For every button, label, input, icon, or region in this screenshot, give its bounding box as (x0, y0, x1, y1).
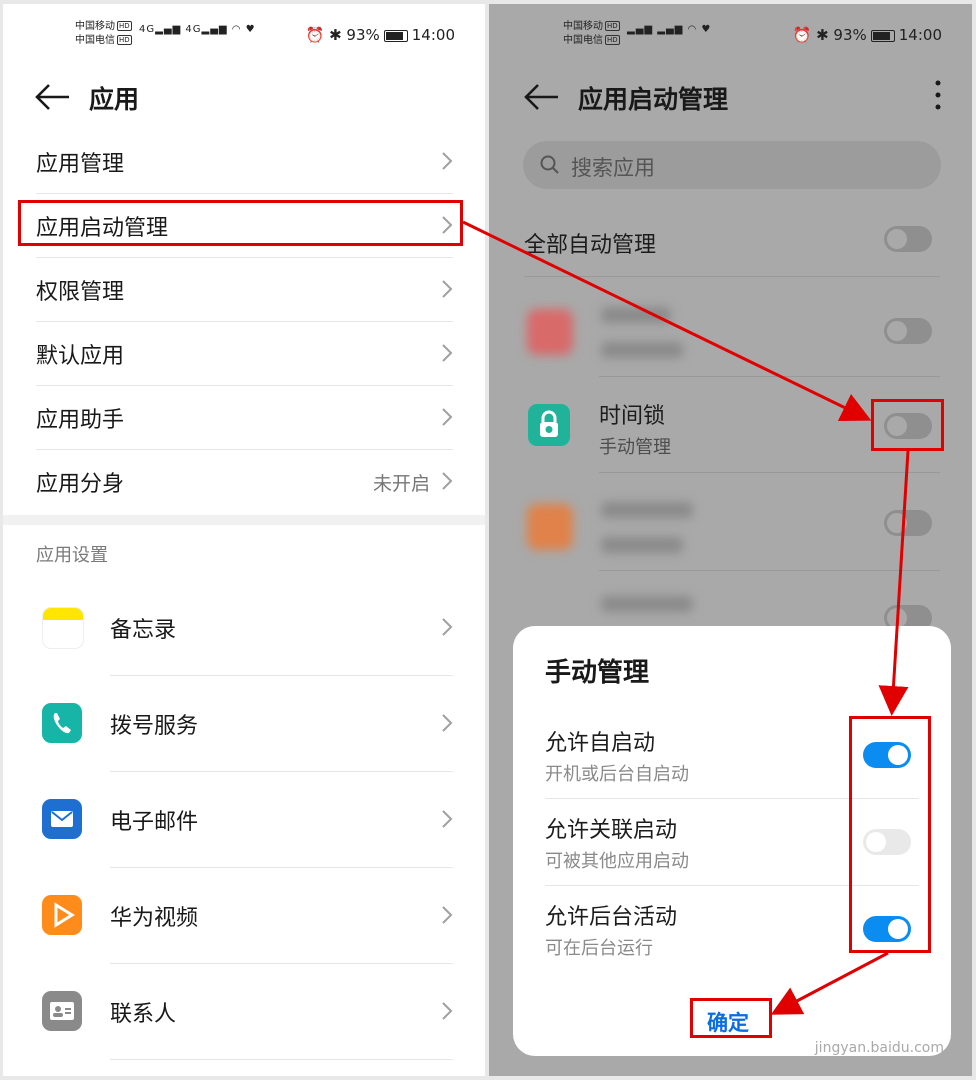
arrow-to-switches (878, 450, 910, 716)
arrow-to-time-lock (462, 220, 872, 421)
arrow-to-confirm (770, 951, 889, 1015)
annotation-arrows (462, 220, 910, 1015)
